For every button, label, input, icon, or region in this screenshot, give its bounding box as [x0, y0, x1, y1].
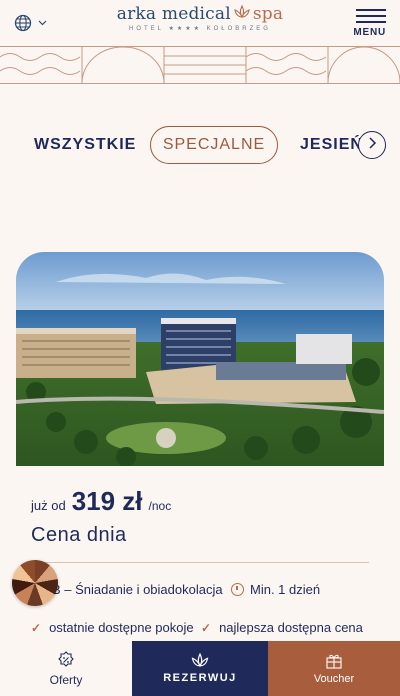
tab-autumn[interactable]: JESIEŃ — [300, 126, 363, 164]
check-icon: ✓ — [201, 620, 212, 635]
tab-special[interactable]: SPECJALNE — [150, 126, 278, 164]
price-row: już od 319 zł /noc — [31, 486, 171, 517]
nav-offers-label: Oferty — [49, 672, 83, 687]
offer-photo[interactable] — [16, 252, 384, 466]
feature-item: ✓ ostatnie dostępne pokoje — [31, 620, 194, 635]
min-stay-label: Min. 1 dzień — [250, 582, 321, 597]
decorative-pattern — [0, 46, 400, 84]
brand-name-spa: spa — [252, 4, 284, 24]
nav-voucher-label: Voucher — [313, 672, 355, 685]
feature-label: najlepsza dostępna cena — [219, 620, 363, 635]
gift-icon — [325, 653, 343, 669]
lotus-icon — [233, 4, 251, 24]
tabs-next-button[interactable] — [358, 131, 386, 159]
offer-title[interactable]: Cena dnia — [31, 524, 127, 547]
top-header: arka medical spa HOTEL ★★★★ KOŁOBRZEG ME… — [0, 0, 400, 46]
language-switcher[interactable] — [14, 14, 74, 32]
feature-item: ✓ najlepsza dostępna cena — [201, 620, 363, 635]
discount-badge-icon — [57, 650, 75, 669]
price-from-label: już od — [31, 498, 66, 513]
offer-category-tabs: WSZYSTKIE SPECJALNE JESIEŃ — [0, 126, 400, 166]
hamburger-icon — [356, 8, 386, 23]
price-value: 319 zł — [71, 486, 143, 516]
globe-icon — [14, 14, 32, 32]
chevron-down-icon — [38, 20, 47, 26]
brand-name-main: arka medical — [116, 4, 231, 24]
lotus-icon — [190, 653, 210, 668]
nav-book-button[interactable]: REZERWUJ — [132, 641, 268, 696]
menu-button[interactable]: MENU — [326, 8, 386, 38]
divider — [31, 562, 369, 563]
nav-offers-button[interactable]: Oferty — [0, 641, 132, 696]
chevron-right-icon — [367, 136, 377, 154]
clock-icon — [231, 583, 244, 596]
nav-book-label: REZERWUJ — [163, 672, 237, 684]
loading-spinner-icon — [12, 560, 58, 606]
board-label: B – Śniadanie i obiadokolacja — [52, 582, 223, 597]
tab-all[interactable]: WSZYSTKIE — [34, 126, 136, 164]
nav-voucher-button[interactable]: Voucher — [268, 641, 400, 696]
bottom-nav: Oferty REZERWUJ Voucher — [0, 641, 400, 696]
feature-label: ostatnie dostępne pokoje — [49, 620, 194, 635]
check-icon: ✓ — [31, 620, 42, 635]
menu-label: MENU — [353, 26, 386, 38]
min-stay-info: Min. 1 dzień — [231, 582, 320, 597]
price-unit: /noc — [148, 499, 172, 513]
board-info: B – Śniadanie i obiadokolacja — [52, 582, 223, 597]
